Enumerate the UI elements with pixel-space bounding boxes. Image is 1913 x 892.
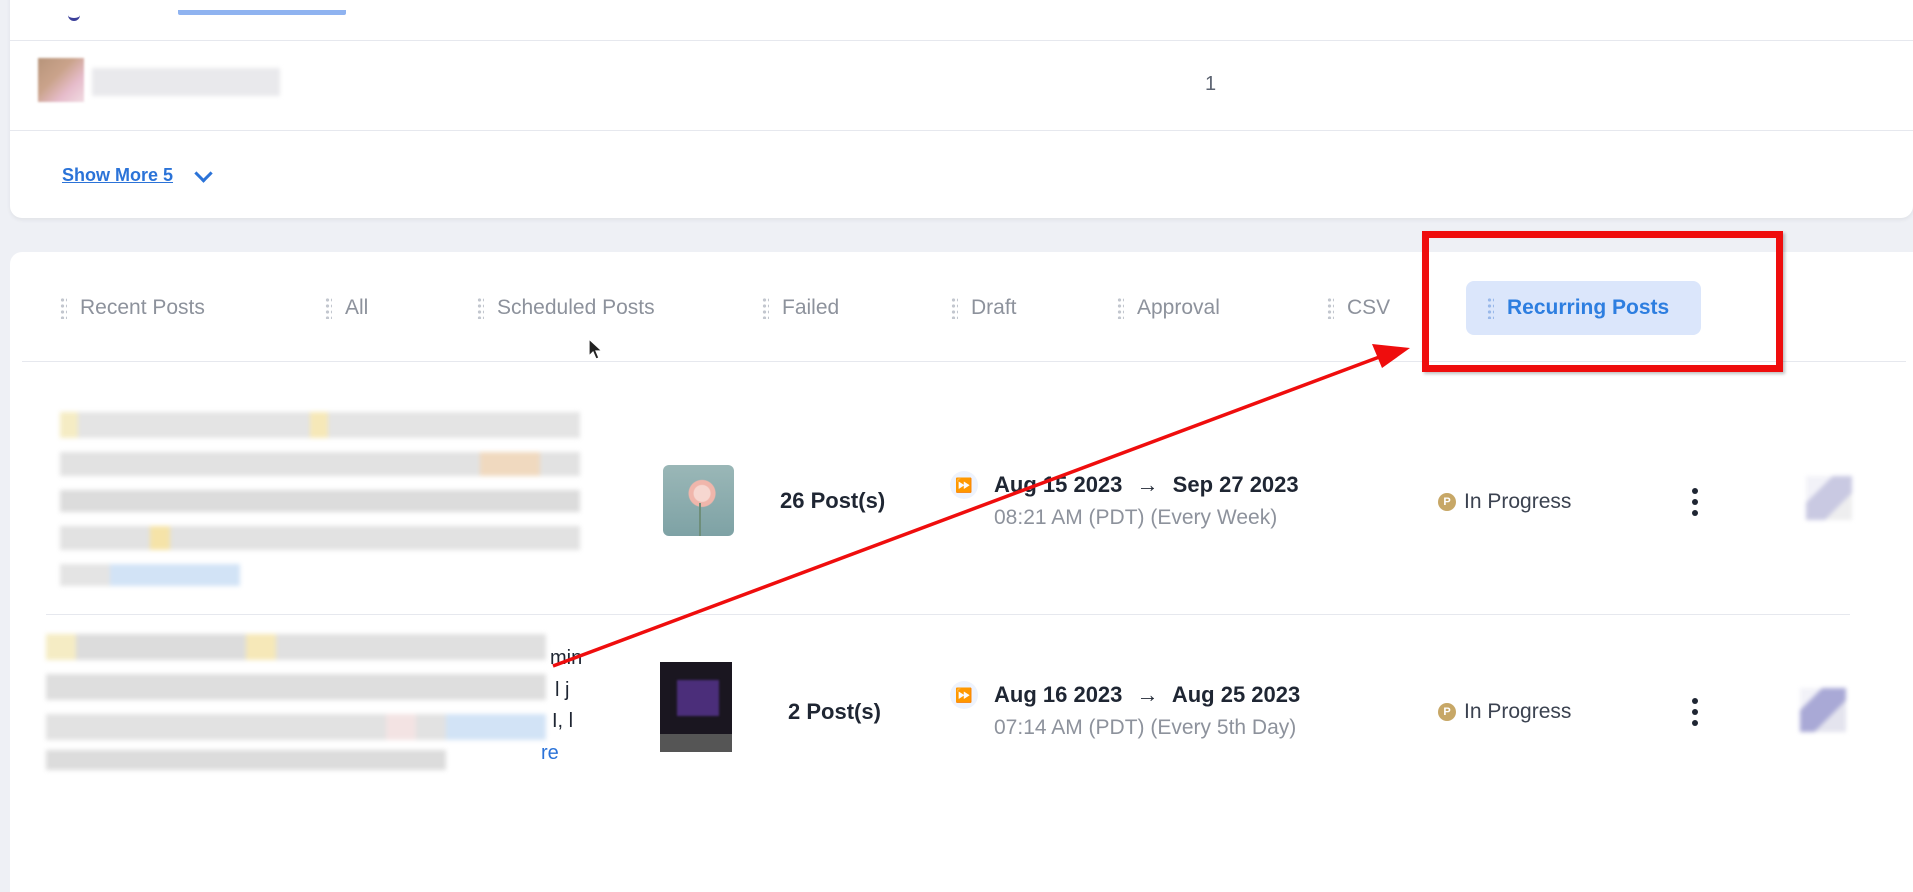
drag-handle-icon[interactable]	[1117, 297, 1124, 319]
post-text-redacted	[60, 412, 580, 586]
start-date: Aug 15 2023	[994, 472, 1123, 497]
more-options-icon[interactable]	[1692, 488, 1698, 516]
tab-all[interactable]: All	[325, 292, 368, 324]
account-avatar	[1800, 688, 1846, 732]
tab-recent-posts[interactable]: Recent Posts	[60, 292, 205, 324]
tab-label: Recent Posts	[80, 296, 205, 319]
read-more-link[interactable]: re	[541, 742, 559, 765]
tab-label: Scheduled Posts	[497, 296, 655, 319]
divider	[10, 130, 1913, 131]
tab-failed[interactable]: Failed	[762, 292, 839, 324]
drag-handle-icon[interactable]	[762, 297, 769, 319]
account-post-count: 1	[1205, 73, 1217, 95]
arrow-right-icon: →	[1136, 682, 1159, 707]
post-thumbnail-detail	[660, 734, 732, 752]
tab-approval[interactable]: Approval	[1117, 292, 1220, 324]
post-text-fragment: l j	[555, 679, 570, 701]
start-date: Aug 16 2023	[994, 682, 1123, 707]
drag-handle-icon[interactable]	[1327, 297, 1334, 319]
drag-handle-icon[interactable]	[477, 297, 484, 319]
drag-handle-icon[interactable]	[60, 297, 67, 319]
account-avatar	[1806, 476, 1852, 520]
schedule-time: 08:21 AM (PDT) (Every Week)	[994, 506, 1278, 529]
tab-label: CSV	[1347, 296, 1391, 319]
tab-csv[interactable]: CSV	[1327, 292, 1390, 324]
status-icon: P	[1438, 703, 1456, 721]
drag-handle-icon[interactable]	[951, 297, 958, 319]
divider	[10, 40, 1913, 41]
status-badge: P In Progress	[1438, 700, 1571, 724]
tab-draft[interactable]: Draft	[951, 292, 1017, 324]
drag-handle-icon[interactable]	[325, 297, 332, 319]
account-avatar	[38, 58, 84, 102]
more-options-icon[interactable]	[1692, 698, 1698, 726]
post-count: 26 Post(s)	[780, 488, 886, 513]
show-more-link[interactable]: Show More 5	[62, 165, 173, 186]
recurring-icon: ⏩	[950, 681, 978, 709]
highlight-box	[1422, 231, 1783, 372]
schedule-time: 07:14 AM (PDT) (Every 5th Day)	[994, 716, 1297, 739]
mouse-cursor-icon	[588, 338, 604, 360]
post-thumbnail-detail	[677, 680, 719, 716]
row-divider	[46, 614, 1850, 615]
date-range: Aug 15 2023 → Sep 27 2023	[994, 472, 1299, 498]
status-label: In Progress	[1464, 490, 1572, 513]
tab-label: Approval	[1137, 296, 1220, 319]
accounts-card	[10, 0, 1913, 218]
account-name-redacted	[92, 68, 280, 96]
tab-label: Failed	[782, 296, 840, 319]
post-text-redacted	[46, 634, 546, 770]
tab-label: All	[345, 296, 369, 319]
tab-scheduled-posts[interactable]: Scheduled Posts	[477, 292, 655, 324]
active-tab-indicator	[178, 10, 346, 15]
recurring-icon: ⏩	[950, 471, 978, 499]
arrow-right-icon: →	[1136, 472, 1159, 497]
status-badge: P In Progress	[1438, 490, 1571, 514]
date-range: Aug 16 2023 → Aug 25 2023	[994, 682, 1300, 708]
status-label: In Progress	[1464, 700, 1572, 723]
end-date: Sep 27 2023	[1172, 472, 1299, 497]
post-text-fragment: I, l	[552, 710, 574, 732]
post-count: 2 Post(s)	[788, 699, 881, 724]
status-icon: P	[1438, 493, 1456, 511]
post-text-fragment: min	[550, 647, 583, 669]
post-thumbnail-detail	[699, 503, 701, 536]
tab-label: Draft	[971, 296, 1017, 319]
end-date: Aug 25 2023	[1171, 682, 1301, 707]
